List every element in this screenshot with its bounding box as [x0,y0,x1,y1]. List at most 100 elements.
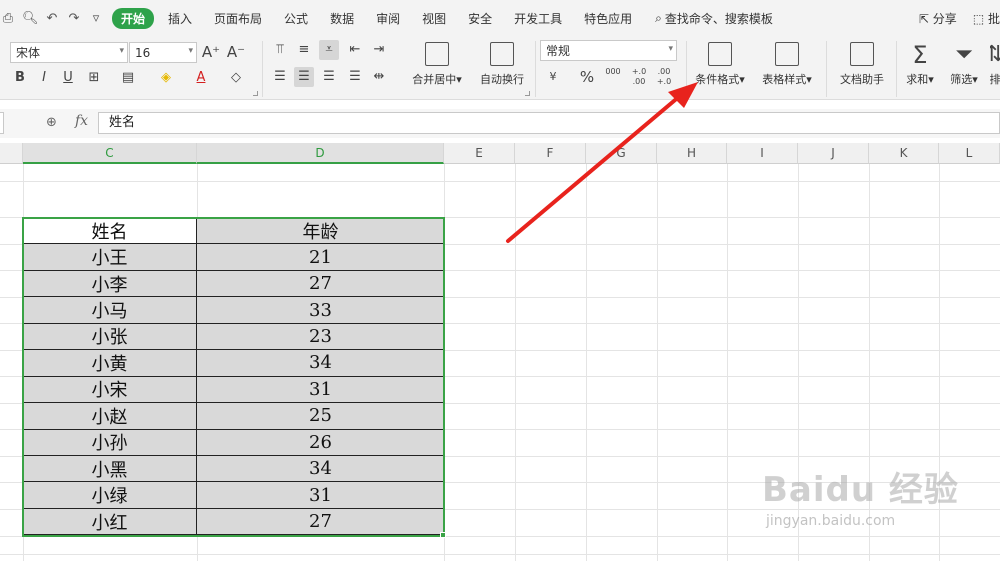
merge-center-button[interactable]: 合并居中▾ [408,42,466,87]
tab-insert[interactable]: 插入 [157,10,203,27]
zoom-formula-icon[interactable]: ⊕ [46,115,57,130]
batch-button[interactable]: ⬚ 批 [973,10,1000,27]
sum-button[interactable]: Σ 求和▾ [902,42,938,87]
doc-helper-button[interactable]: 文档助手 [836,42,888,87]
age-cell[interactable]: 34 [197,455,444,482]
ribbon-separator [686,41,687,97]
undo-icon[interactable]: ↶ [44,11,60,26]
print-preview-icon[interactable]: 🔍︎ [22,11,39,26]
age-cell[interactable]: 31 [197,482,444,508]
name-cell[interactable]: 小绿 [23,482,197,508]
share-button[interactable]: ⇱ 分享 [919,10,957,27]
tab-page-layout[interactable]: 页面布局 [203,10,273,27]
table-header-cell[interactable]: 姓名 [23,219,197,244]
number-group-launcher[interactable] [676,91,681,96]
tab-security[interactable]: 安全 [457,10,503,27]
column-header-i[interactable]: I [727,143,798,164]
fill-handle[interactable] [440,532,446,538]
name-cell[interactable]: 小孙 [23,429,197,455]
shrink-font-icon[interactable]: A⁻ [226,42,246,62]
table-header-cell[interactable]: 年龄 [197,219,444,244]
row-line [0,536,1000,537]
age-cell[interactable]: 33 [197,297,444,323]
align-middle-icon[interactable]: ≡ [294,40,314,60]
indent-increase-icon[interactable]: ⇥ [369,40,389,60]
age-cell[interactable]: 27 [197,508,444,535]
age-cell[interactable]: 21 [197,244,444,270]
column-header-c[interactable]: C [23,143,197,164]
tab-view[interactable]: 视图 [411,10,457,27]
border-icon[interactable]: ⊞ [84,68,104,88]
name-cell[interactable]: 小李 [23,270,197,297]
clear-format-icon[interactable]: ◇ [226,68,246,88]
formula-input[interactable]: 姓名 [98,112,1000,134]
sort-button[interactable]: ⇅ 排 [990,42,1000,87]
align-left-icon[interactable]: ☰ [270,67,290,87]
tab-formulas[interactable]: 公式 [273,10,319,27]
name-cell[interactable]: 小黑 [23,455,197,482]
indent-decrease-icon[interactable]: ⇤ [345,40,365,60]
name-box[interactable] [0,112,4,134]
tab-home[interactable]: 开始 [112,8,155,29]
name-cell[interactable]: 小王 [23,244,197,270]
table-style-button[interactable]: 表格样式▾ [758,42,816,87]
name-cell[interactable]: 小张 [23,323,197,350]
fx-icon[interactable]: fx [75,113,88,129]
tab-data[interactable]: 数据 [319,10,365,27]
align-right-icon[interactable]: ☰ [319,67,339,87]
command-search[interactable]: ⌕ 查找命令、搜索模板 [643,10,773,27]
print-icon[interactable]: ⎙ [0,11,16,26]
customize-dropdown-icon[interactable]: ▿ [88,11,104,26]
name-cell[interactable]: 小宋 [23,376,197,403]
decrease-decimal-icon[interactable]: .00 +.0 [654,67,674,87]
font-color-icon[interactable]: A [191,68,211,88]
thousands-icon[interactable]: 000 [603,67,623,87]
column-header-j[interactable]: J [798,143,869,164]
corner-header[interactable] [0,143,23,164]
name-cell[interactable]: 小红 [23,508,197,535]
age-cell[interactable]: 23 [197,323,444,350]
age-cell[interactable]: 25 [197,403,444,429]
column-header-k[interactable]: K [869,143,939,164]
font-name-select[interactable]: 宋体 ▾ [10,42,128,63]
align-bottom-icon[interactable]: ⩡ [319,40,339,60]
column-header-f[interactable]: F [515,143,586,164]
bold-icon[interactable]: B [10,68,30,88]
tab-developer[interactable]: 开发工具 [503,10,573,27]
name-cell[interactable]: 小赵 [23,403,197,429]
age-cell[interactable]: 34 [197,350,444,376]
age-cell[interactable]: 27 [197,270,444,297]
age-cell[interactable]: 31 [197,376,444,403]
alignment-group-launcher[interactable] [525,91,530,96]
justify-icon[interactable]: ☰ [345,67,365,87]
age-cell[interactable]: 26 [197,429,444,455]
percent-icon[interactable]: % [577,67,597,87]
name-cell[interactable]: 小马 [23,297,197,323]
filter-button[interactable]: ⏷ 筛选▾ [946,42,982,87]
ribbon-toolbar: 宋体 ▾ 16 ▾ A⁺ A⁻ B I U ⊞ ▤ ◈ A ◇ ⫪ ≡ ⩡ ⇤ … [0,37,1000,100]
align-top-icon[interactable]: ⫪ [270,40,290,60]
column-header-e[interactable]: E [444,143,515,164]
column-header-l[interactable]: L [939,143,1000,164]
cell-style-icon[interactable]: ▤ [118,68,138,88]
wrap-text-button[interactable]: 自动换行 [476,42,528,87]
column-header-g[interactable]: G [586,143,657,164]
conditional-format-button[interactable]: 条件格式▾ [692,42,748,87]
distributed-icon[interactable]: ⇹ [369,67,389,87]
align-center-icon[interactable]: ☰ [294,67,314,87]
italic-icon[interactable]: I [34,68,54,88]
tab-special[interactable]: 特色应用 [573,10,643,27]
tab-review[interactable]: 审阅 [365,10,411,27]
fill-color-icon[interactable]: ◈ [156,68,176,88]
increase-decimal-icon[interactable]: +.0 .00 [629,67,649,87]
font-group-launcher[interactable] [253,91,258,96]
grow-font-icon[interactable]: A⁺ [201,42,221,62]
column-header-h[interactable]: H [657,143,727,164]
font-size-select[interactable]: 16 ▾ [129,42,197,63]
underline-icon[interactable]: U [58,68,78,88]
column-header-d[interactable]: D [197,143,444,164]
number-format-select[interactable]: 常规 ▾ [540,40,677,61]
name-cell[interactable]: 小黄 [23,350,197,376]
redo-icon[interactable]: ↷ [66,11,82,26]
currency-icon[interactable]: ¥ [543,67,563,87]
